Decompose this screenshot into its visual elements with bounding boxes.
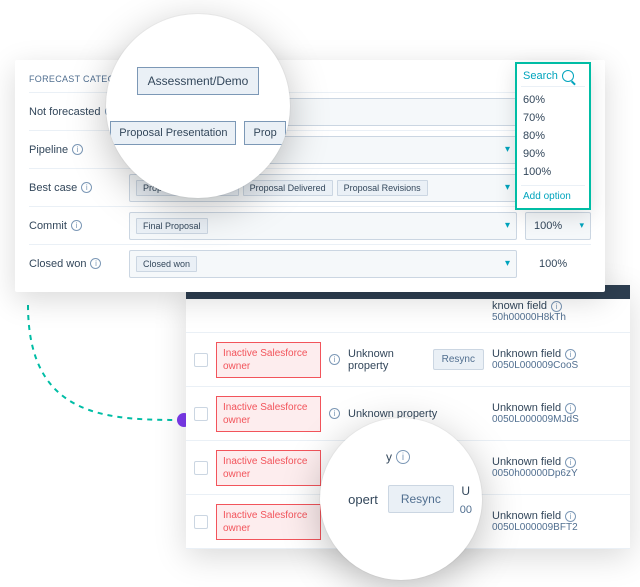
field-label: known field xyxy=(492,300,547,312)
magnify-bottom: y i opert Resync U 00 xyxy=(320,418,482,580)
field-label: Unknown field xyxy=(492,402,561,414)
table-row: Inactive Salesforce owner i Unknown prop… xyxy=(186,333,630,387)
fragment-text: U xyxy=(461,484,470,498)
info-icon[interactable]: i xyxy=(81,182,92,193)
magnify-top: Assessment/Demo Proposal Presentation Pr… xyxy=(106,14,290,198)
table-row: known field i 50h00000H8kTh xyxy=(186,299,630,333)
info-icon[interactable]: i xyxy=(565,511,576,522)
property-col: Unknown property Resync xyxy=(348,348,484,372)
dropdown-item[interactable]: 60% xyxy=(521,91,585,109)
dropdown-item[interactable]: 100% xyxy=(521,163,585,181)
chevron-down-icon: ▾ xyxy=(505,144,510,155)
info-icon[interactable]: i xyxy=(551,301,562,312)
property-col: Unknown property xyxy=(348,408,484,420)
field-label: Unknown field xyxy=(492,348,561,360)
field-id: 0050h00000Dp6zY xyxy=(492,468,622,479)
search-icon xyxy=(562,70,574,82)
field-label: Unknown field xyxy=(492,510,561,522)
dropdown-item[interactable]: 70% xyxy=(521,109,585,127)
chip[interactable]: Final Proposal xyxy=(136,218,208,234)
field-col: known field i 50h00000H8kTh xyxy=(492,300,622,323)
fragment-text: opert xyxy=(348,492,378,507)
chevron-down-icon: ▾ xyxy=(505,220,510,231)
row-best-case: Best casei Proposal Presentation Proposa… xyxy=(29,168,591,206)
field-col: Unknown field i 0050L000009CooS xyxy=(492,348,622,371)
info-icon[interactable]: i xyxy=(329,354,340,365)
fragment-text: y xyxy=(386,450,392,464)
field-col: Unknown field i 0050L000009MJdS xyxy=(492,402,622,425)
row-field[interactable]: Final Proposal ▾ xyxy=(129,212,517,240)
info-icon[interactable]: i xyxy=(565,457,576,468)
dropdown-add-option[interactable]: Add option xyxy=(521,185,585,204)
field-id: 50h00000H8kTh xyxy=(492,312,622,323)
row-closed-won: Closed woni Closed won ▾ 100% xyxy=(29,244,591,282)
chip-large[interactable]: Assessment/Demo xyxy=(137,67,260,95)
field-label: Unknown field xyxy=(492,456,561,468)
chevron-down-icon: ▾ xyxy=(505,182,510,193)
forecast-panel: FORECAST CATEGORY Not forecastedi Pipeli… xyxy=(15,60,605,292)
percent-dropdown: Search 60% 70% 80% 90% 100% Add option xyxy=(515,62,591,210)
inactive-owner-badge: Inactive Salesforce owner xyxy=(216,342,321,378)
row-label: Closed woni xyxy=(29,258,129,270)
info-icon[interactable]: i xyxy=(72,144,83,155)
inactive-owner-badge: Inactive Salesforce owner xyxy=(216,450,321,486)
dropdown-item[interactable]: 80% xyxy=(521,127,585,145)
chevron-down-icon: ▾ xyxy=(579,220,584,231)
field-id: 0050L000009BFT2 xyxy=(492,522,622,533)
property-label: Unknown property xyxy=(348,348,427,372)
chip[interactable]: Proposal Revisions xyxy=(337,180,428,196)
row-checkbox[interactable] xyxy=(194,515,208,529)
chip[interactable]: Proposal Presentation xyxy=(110,121,236,145)
search-placeholder: Search xyxy=(523,70,558,82)
info-icon[interactable]: i xyxy=(565,403,576,414)
row-checkbox[interactable] xyxy=(194,407,208,421)
info-icon[interactable]: i xyxy=(565,349,576,360)
dropdown-item[interactable]: 90% xyxy=(521,145,585,163)
chip[interactable]: Proposal Delivered xyxy=(243,180,333,196)
field-col: Unknown field i 0050L000009BFT2 xyxy=(492,510,622,533)
info-icon[interactable]: i xyxy=(396,450,410,464)
row-commit: Commiti Final Proposal ▾ 100%▾ xyxy=(29,206,591,244)
resync-button[interactable]: Resync xyxy=(433,349,484,370)
inactive-owner-badge: Inactive Salesforce owner xyxy=(216,396,321,432)
info-icon[interactable]: i xyxy=(329,408,340,419)
row-checkbox[interactable] xyxy=(194,353,208,367)
row-label: Commiti xyxy=(29,220,129,232)
row-field[interactable]: Closed won ▾ xyxy=(129,250,517,278)
dropdown-search[interactable]: Search xyxy=(521,68,585,87)
chevron-down-icon: ▾ xyxy=(505,258,510,269)
resync-button[interactable]: Resync xyxy=(388,485,454,513)
row-pct: 100% xyxy=(525,258,591,270)
field-id: 0050L000009MJdS xyxy=(492,414,622,425)
info-icon[interactable]: i xyxy=(90,258,101,269)
field-id: 0050L000009CooS xyxy=(492,360,622,371)
fragment-text: 00 xyxy=(460,504,472,516)
inactive-owner-badge: Inactive Salesforce owner xyxy=(216,504,321,540)
chip[interactable]: Prop xyxy=(244,121,285,145)
row-label: Best casei xyxy=(29,182,129,194)
field-col: Unknown field i 0050h00000Dp6zY xyxy=(492,456,622,479)
chip[interactable]: Closed won xyxy=(136,256,197,272)
row-pct-select[interactable]: 100%▾ xyxy=(525,212,591,240)
row-checkbox[interactable] xyxy=(194,461,208,475)
info-icon[interactable]: i xyxy=(71,220,82,231)
